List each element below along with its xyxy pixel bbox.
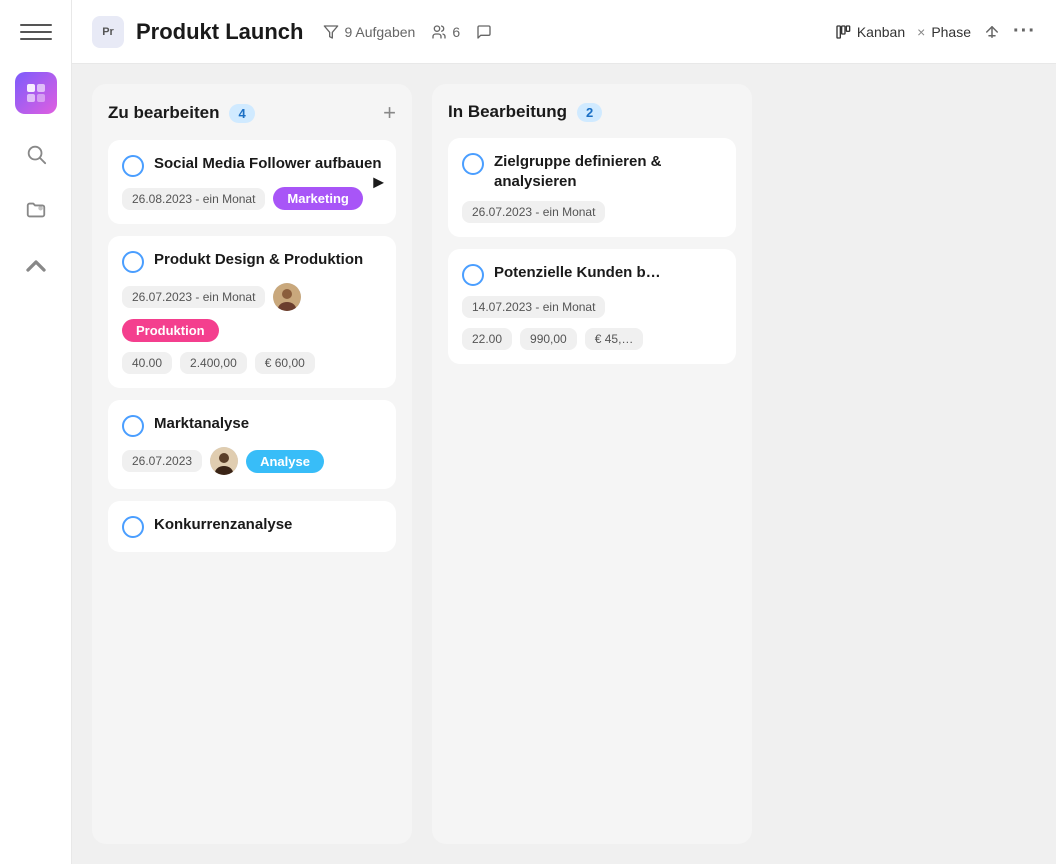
- card-konkurrenzanalyse[interactable]: Konkurrenzanalyse: [108, 501, 396, 552]
- header: Pr Produkt Launch 9 Aufgaben 6: [72, 0, 1056, 64]
- tasks-count: 9 Aufgaben: [344, 24, 415, 40]
- project-badge: Pr: [92, 16, 124, 48]
- card-date: 26.08.2023 - ein Monat: [122, 188, 265, 210]
- card-meta: 26.07.2023 - ein Monat Produktion: [122, 283, 382, 342]
- collapse-icon[interactable]: [20, 250, 52, 282]
- header-right: Kanban × Phase ···: [835, 20, 1036, 43]
- sidebar: [0, 0, 72, 864]
- column-header-in-bearbeitung: In Bearbeitung 2: [448, 102, 736, 122]
- column-zu-bearbeiten: Zu bearbeiten 4 + Social Media Follower …: [92, 84, 412, 844]
- column-count: 4: [229, 104, 254, 123]
- card-numbers: 40.00 2.400,00 € 60,00: [122, 352, 382, 374]
- card-title: Konkurrenzanalyse: [154, 515, 292, 535]
- card-checkbox[interactable]: [122, 155, 144, 177]
- kanban-icon: [835, 24, 851, 40]
- members-item[interactable]: 6: [431, 24, 460, 40]
- card-date: 26.07.2023 - ein Monat: [462, 201, 605, 223]
- card-title-row: Produkt Design & Produktion: [122, 250, 382, 273]
- card-avatar: [273, 283, 301, 311]
- sort-button[interactable]: [983, 23, 1001, 41]
- comment-item[interactable]: [476, 24, 492, 40]
- more-button[interactable]: ···: [1013, 20, 1036, 43]
- card-title: Potenzielle Kunden b…: [494, 263, 661, 283]
- card-num-1: 22.00: [462, 328, 512, 350]
- card-title: Produkt Design & Produktion: [154, 250, 363, 270]
- phase-close-icon: ×: [917, 24, 925, 40]
- column-header-zu-bearbeiten: Zu bearbeiten 4 +: [108, 102, 396, 124]
- card-title: Marktanalyse: [154, 414, 249, 434]
- column-title: Zu bearbeiten: [108, 103, 219, 123]
- card-checkbox[interactable]: [122, 516, 144, 538]
- card-meta: 26.07.2023 Analyse: [122, 447, 382, 475]
- header-meta: 9 Aufgaben 6: [323, 24, 492, 40]
- card-meta: 14.07.2023 - ein Monat: [462, 296, 722, 318]
- card-title-row: Konkurrenzanalyse: [122, 515, 382, 538]
- card-title: Zielgruppe definieren & analysieren: [494, 152, 722, 191]
- card-date: 26.07.2023: [122, 450, 202, 472]
- card-title-row: Potenzielle Kunden b…: [462, 263, 722, 286]
- card-zielgruppe[interactable]: Zielgruppe definieren & analysieren 26.0…: [448, 138, 736, 237]
- card-numbers: 22.00 990,00 € 45,…: [462, 328, 722, 350]
- column-in-bearbeitung: In Bearbeitung 2 Zielgruppe definieren &…: [432, 84, 752, 844]
- members-icon: [431, 24, 447, 40]
- kanban-label: Kanban: [857, 24, 905, 40]
- menu-icon[interactable]: [20, 16, 52, 48]
- kanban-button[interactable]: Kanban: [835, 24, 905, 40]
- card-num-2: 990,00: [520, 328, 577, 350]
- card-date: 14.07.2023 - ein Monat: [462, 296, 605, 318]
- card-num-1: 40.00: [122, 352, 172, 374]
- phase-button[interactable]: × Phase: [917, 24, 971, 40]
- project-title: Produkt Launch: [136, 19, 303, 45]
- board: Zu bearbeiten 4 + Social Media Follower …: [72, 64, 1056, 864]
- main-content: Pr Produkt Launch 9 Aufgaben 6: [72, 0, 1056, 864]
- card-date: 26.07.2023 - ein Monat: [122, 286, 265, 308]
- comment-icon: [476, 24, 492, 40]
- members-count: 6: [452, 24, 460, 40]
- card-produkt-design[interactable]: Produkt Design & Produktion 26.07.2023 -…: [108, 236, 396, 388]
- column-count: 2: [577, 103, 602, 122]
- app-icon[interactable]: [15, 72, 57, 114]
- card-arrow-icon: ▶: [373, 174, 384, 191]
- card-title-row: Social Media Follower aufbauen: [122, 154, 382, 177]
- add-card-button[interactable]: +: [383, 102, 396, 124]
- card-tag-produktion: Produktion: [122, 319, 219, 342]
- card-title-row: Marktanalyse: [122, 414, 382, 437]
- filter-item[interactable]: 9 Aufgaben: [323, 24, 415, 40]
- card-checkbox[interactable]: [462, 264, 484, 286]
- folder-icon[interactable]: [20, 194, 52, 226]
- card-checkbox[interactable]: [122, 415, 144, 437]
- card-marktanalyse[interactable]: Marktanalyse 26.07.2023 Analyse: [108, 400, 396, 489]
- phase-label: Phase: [931, 24, 971, 40]
- card-num-3: € 45,…: [585, 328, 644, 350]
- card-title-row: Zielgruppe definieren & analysieren: [462, 152, 722, 191]
- card-num-2: 2.400,00: [180, 352, 247, 374]
- card-social-media[interactable]: Social Media Follower aufbauen 26.08.202…: [108, 140, 396, 224]
- filter-icon: [323, 24, 339, 40]
- column-title: In Bearbeitung: [448, 102, 567, 122]
- card-num-3: € 60,00: [255, 352, 315, 374]
- sort-icon: [983, 23, 1001, 41]
- card-avatar: [210, 447, 238, 475]
- card-potenzielle-kunden[interactable]: Potenzielle Kunden b… 14.07.2023 - ein M…: [448, 249, 736, 364]
- search-icon[interactable]: [20, 138, 52, 170]
- card-tag-analyse: Analyse: [246, 450, 324, 473]
- card-meta: 26.08.2023 - ein Monat Marketing: [122, 187, 382, 210]
- card-checkbox[interactable]: [122, 251, 144, 273]
- card-tag-marketing: Marketing: [273, 187, 362, 210]
- card-checkbox[interactable]: [462, 153, 484, 175]
- card-meta: 26.07.2023 - ein Monat: [462, 201, 722, 223]
- card-title: Social Media Follower aufbauen: [154, 154, 382, 174]
